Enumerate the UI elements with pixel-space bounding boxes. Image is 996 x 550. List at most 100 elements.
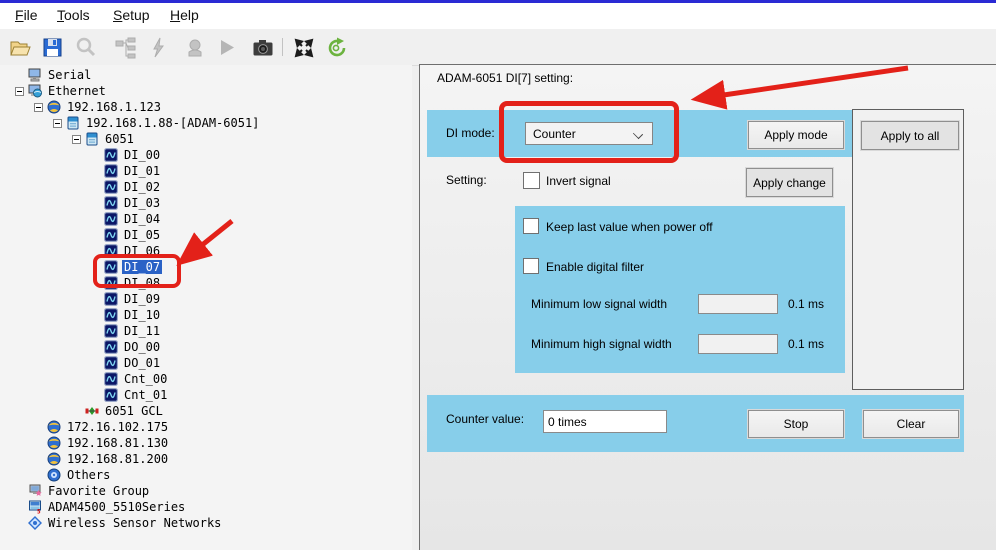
tree-item-192-168-81-130[interactable]: 192.168.81.130 xyxy=(2,435,170,451)
collapse-icon[interactable] xyxy=(72,135,81,144)
tree-item-do-01[interactable]: DO_01 xyxy=(2,355,162,371)
tree-item-6051-gcl[interactable]: 6051 GCL xyxy=(2,403,165,419)
min-low-width-input[interactable] xyxy=(698,294,778,314)
tree-item-172-16-102-175[interactable]: 172.16.102.175 xyxy=(2,419,170,435)
tree-item-di-06[interactable]: DI_06 xyxy=(2,243,162,259)
tree-item-label: 192.168.81.130 xyxy=(65,436,170,450)
adam-utility-window: File Tools Setup Help Serial Ethernet 192.168… xyxy=(0,0,996,550)
min-high-width-label: Minimum high signal width xyxy=(531,337,672,351)
gcl-icon xyxy=(85,404,99,418)
globe-icon xyxy=(47,420,61,434)
io-point-icon xyxy=(104,164,118,178)
tree-item-label: DI_01 xyxy=(122,164,162,178)
tree-item-192-168-81-200[interactable]: 192.168.81.200 xyxy=(2,451,170,467)
tree-item-di-01[interactable]: DI_01 xyxy=(2,163,162,179)
apply-to-all-button[interactable]: Apply to all xyxy=(861,121,959,150)
tree-item-label: 192.168.1.88-[ADAM-6051] xyxy=(84,116,261,130)
save-icon[interactable] xyxy=(41,36,65,60)
device-tree: Serial Ethernet 192.168.1.123 192.168.1.88-… xyxy=(0,65,412,550)
tree-item-label: Ethernet xyxy=(46,84,108,98)
apply-to-all-panel: Apply to all xyxy=(852,109,964,390)
fullscreen-icon[interactable] xyxy=(292,36,316,60)
tree-item-di-00[interactable]: DI_00 xyxy=(2,147,162,163)
invert-signal-label: Invert signal xyxy=(546,174,611,188)
tree-item-di-11[interactable]: DI_11 xyxy=(2,323,162,339)
tree-item-label: DI_11 xyxy=(122,324,162,338)
serial-icon xyxy=(28,68,42,82)
tree-item-di-10[interactable]: DI_10 xyxy=(2,307,162,323)
menu-tools[interactable]: Tools xyxy=(57,7,90,23)
tree-item-di-09[interactable]: DI_09 xyxy=(2,291,162,307)
counter-value-bar: Counter value: 0 times Stop Clear xyxy=(427,395,964,452)
network-tree-icon xyxy=(114,36,138,60)
tree-item-label: DI_02 xyxy=(122,180,162,194)
tree-item-label: DI_10 xyxy=(122,308,162,322)
tree-item-do-00[interactable]: DO_00 xyxy=(2,339,162,355)
apply-mode-button[interactable]: Apply mode xyxy=(748,121,844,149)
tree-item-label: DI_05 xyxy=(122,228,162,242)
tree-item-label: Others xyxy=(65,468,112,482)
tree-item-serial[interactable]: Serial xyxy=(2,67,93,83)
open-folder-icon[interactable] xyxy=(8,36,32,60)
tree-item-di-08[interactable]: DI_08 xyxy=(2,275,162,291)
di-mode-dropdown[interactable]: Counter xyxy=(525,122,653,145)
menu-bar: File Tools Setup Help xyxy=(0,3,996,29)
tree-item-others[interactable]: Others xyxy=(2,467,112,483)
camera-icon[interactable] xyxy=(251,36,275,60)
wireless-icon xyxy=(28,516,42,530)
keep-last-value-checkbox[interactable] xyxy=(523,218,539,234)
tree-item-di-04[interactable]: DI_04 xyxy=(2,211,162,227)
tree-item-192-168-1-88-adam-6051-[interactable]: 192.168.1.88-[ADAM-6051] xyxy=(2,115,261,131)
enable-digital-filter-checkbox[interactable] xyxy=(523,258,539,274)
module-icon xyxy=(85,132,99,146)
tree-item-label: 192.168.1.123 xyxy=(65,100,163,114)
setting-label: Setting: xyxy=(446,173,487,187)
tree-item-label: 6051 GCL xyxy=(103,404,165,418)
tree-item-cnt-00[interactable]: Cnt_00 xyxy=(2,371,169,387)
io-point-icon xyxy=(104,180,118,194)
di-setting-panel: ADAM-6051 DI[7] setting: DI mode: Counte… xyxy=(420,65,996,550)
tree-item-label: 6051 xyxy=(103,132,136,146)
menu-file[interactable]: File xyxy=(15,7,38,23)
io-point-icon xyxy=(104,388,118,402)
toolbar xyxy=(0,29,996,66)
min-high-width-unit: 0.1 ms xyxy=(788,337,824,351)
counter-value-input[interactable]: 0 times xyxy=(543,410,667,433)
clear-button[interactable]: Clear xyxy=(863,410,959,438)
tree-item-6051[interactable]: 6051 xyxy=(2,131,136,147)
io-point-icon xyxy=(104,308,118,322)
collapse-icon[interactable] xyxy=(15,87,24,96)
io-point-icon xyxy=(104,356,118,370)
globe-icon xyxy=(47,100,61,114)
tree-item-di-03[interactable]: DI_03 xyxy=(2,195,162,211)
tree-item-adam4500-5510series[interactable]: 5ADAM4500_5510Series xyxy=(2,499,187,515)
tree-item-label: Favorite Group xyxy=(46,484,151,498)
tree-item-label: DI_00 xyxy=(122,148,162,162)
menu-help[interactable]: Help xyxy=(170,7,199,23)
tree-item-label: DI_04 xyxy=(122,212,162,226)
collapse-icon[interactable] xyxy=(53,119,62,128)
tree-item-di-02[interactable]: DI_02 xyxy=(2,179,162,195)
tree-item-wireless-sensor-networks[interactable]: Wireless Sensor Networks xyxy=(2,515,223,531)
stamp-icon xyxy=(183,36,207,60)
invert-signal-checkbox[interactable] xyxy=(523,172,540,189)
tree-item-cnt-01[interactable]: Cnt_01 xyxy=(2,387,169,403)
menu-setup[interactable]: Setup xyxy=(113,7,150,23)
collapse-icon[interactable] xyxy=(34,103,43,112)
toolbar-separator xyxy=(282,38,283,56)
tree-item-label: Serial xyxy=(46,68,93,82)
min-high-width-input[interactable] xyxy=(698,334,778,354)
io-point-icon xyxy=(104,276,118,290)
refresh-icon[interactable] xyxy=(325,36,349,60)
tree-item-di-05[interactable]: DI_05 xyxy=(2,227,162,243)
adam4500-icon: 5 xyxy=(28,500,42,514)
apply-change-button[interactable]: Apply change xyxy=(746,168,833,197)
tree-item-192-168-1-123[interactable]: 192.168.1.123 xyxy=(2,99,163,115)
counter-options-box: Keep last value when power off Enable di… xyxy=(515,206,845,373)
tree-item-favorite-group[interactable]: Favorite Group xyxy=(2,483,151,499)
tree-item-label: DO_01 xyxy=(122,356,162,370)
stop-button[interactable]: Stop xyxy=(748,410,844,438)
chevron-down-icon xyxy=(633,129,643,139)
tree-item-di-07[interactable]: DI_07 xyxy=(2,259,162,275)
tree-item-ethernet[interactable]: Ethernet xyxy=(2,83,108,99)
